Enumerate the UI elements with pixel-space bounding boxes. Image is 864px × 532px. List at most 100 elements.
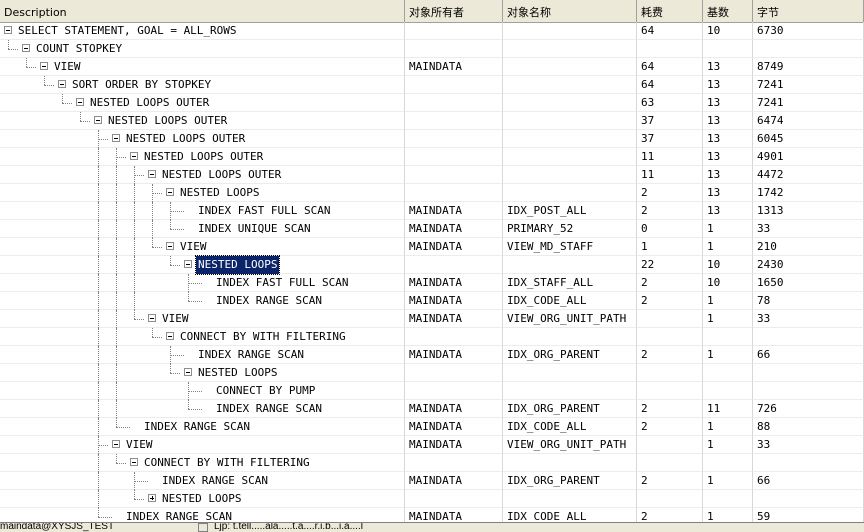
collapse-minus-icon[interactable] <box>166 188 174 196</box>
desc-cell: INDEX RANGE SCAN <box>0 418 405 436</box>
explain-plan-grid: Description 对象所有者 对象名称 耗费 基数 字节 SELECT STATEM… <box>0 0 864 531</box>
collapse-minus-icon[interactable] <box>148 170 156 178</box>
desc-cell: VIEW <box>0 436 405 454</box>
expand-plus-icon[interactable] <box>148 494 156 502</box>
plan-row[interactable]: NESTED LOOPS OUTER 11 13 4901 <box>0 148 864 166</box>
operation-label: INDEX FAST FULL SCAN <box>198 204 331 217</box>
plan-row[interactable]: INDEX FAST FULL SCAN MAINDATA IDX_STAFF_AL… <box>0 274 864 292</box>
plan-row[interactable]: COUNT STOPKEY <box>0 40 864 58</box>
bytes-cell <box>753 364 864 382</box>
object-name-cell: PRIMARY_52 <box>503 220 637 238</box>
owner-cell <box>405 112 503 130</box>
header-description[interactable]: Description <box>0 0 405 22</box>
plan-row[interactable]: INDEX RANGE SCAN MAINDATA IDX_CODE_ALL 2 1 78 <box>0 292 864 310</box>
tree-branch <box>134 481 148 482</box>
collapse-minus-icon[interactable] <box>130 458 138 466</box>
collapse-minus-icon[interactable] <box>58 80 66 88</box>
plan-row[interactable]: NESTED LOOPS <box>0 364 864 382</box>
header-cost[interactable]: 耗费 <box>637 0 703 22</box>
tree-branch <box>116 463 126 464</box>
plan-row[interactable]: NESTED LOOPS 2 13 1742 <box>0 184 864 202</box>
collapse-minus-icon[interactable] <box>130 152 138 160</box>
plan-row[interactable]: INDEX UNIQUE SCAN MAINDATA PRIMARY_52 0 1 33 <box>0 220 864 238</box>
plan-row[interactable]: INDEX RANGE SCAN MAINDATA IDX_ORG_PARENT 2 1… <box>0 346 864 364</box>
collapse-minus-icon[interactable] <box>112 440 120 448</box>
tree-connector <box>134 220 135 238</box>
collapse-minus-icon[interactable] <box>148 314 156 322</box>
collapse-minus-icon[interactable] <box>184 368 192 376</box>
plan-row[interactable]: SELECT STATEMENT, GOAL = ALL_ROWS 64 10 673… <box>0 22 864 40</box>
object-name-cell: VIEW_MD_STAFF <box>503 238 637 256</box>
collapse-minus-icon[interactable] <box>76 98 84 106</box>
tree-branch <box>170 373 180 374</box>
tree-branch <box>152 247 162 248</box>
plan-row[interactable]: NESTED LOOPS 22 10 2430 <box>0 255 864 275</box>
collapse-minus-icon[interactable] <box>4 26 12 34</box>
cost-cell: 22 <box>637 256 703 274</box>
plan-row[interactable]: NESTED LOOPS OUTER 11 13 4472 <box>0 166 864 184</box>
plan-row[interactable]: CONNECT BY WITH FILTERING <box>0 454 864 472</box>
desc-cell: NESTED LOOPS OUTER <box>0 112 405 130</box>
cost-cell <box>637 436 703 454</box>
plan-row[interactable]: INDEX FAST FULL SCAN MAINDATA IDX_POST_ALL… <box>0 202 864 220</box>
desc-cell: NESTED LOOPS <box>0 364 405 382</box>
owner-cell <box>405 94 503 112</box>
cardinality-cell: 13 <box>703 166 753 184</box>
tree-branch <box>116 427 130 428</box>
plan-row[interactable]: VIEW MAINDATA VIEW_ORG_UNIT_PATH 1 33 <box>0 310 864 328</box>
bytes-cell: 7241 <box>753 76 864 94</box>
tree-connector <box>98 274 99 292</box>
cardinality-cell: 1 <box>703 238 753 256</box>
object-name-cell <box>503 40 637 58</box>
collapse-minus-icon[interactable] <box>40 62 48 70</box>
desc-cell: NESTED LOOPS OUTER <box>0 130 405 148</box>
owner-cell: MAINDATA <box>405 400 503 418</box>
plan-row[interactable]: NESTED LOOPS OUTER 63 13 7241 <box>0 94 864 112</box>
cost-cell: 2 <box>637 418 703 436</box>
cardinality-cell <box>703 40 753 58</box>
bytes-cell: 1650 <box>753 274 864 292</box>
plan-row[interactable]: VIEW MAINDATA VIEW_MD_STAFF 1 1 210 <box>0 238 864 256</box>
plan-row[interactable]: INDEX RANGE SCAN MAINDATA IDX_ORG_PARENT 2 1… <box>0 400 864 418</box>
collapse-minus-icon[interactable] <box>184 260 192 268</box>
cost-cell: 2 <box>637 346 703 364</box>
operation-label: VIEW <box>180 240 207 253</box>
tree-connector <box>116 454 117 463</box>
desc-cell: INDEX FAST FULL SCAN <box>0 202 405 220</box>
plan-row[interactable]: NESTED LOOPS OUTER 37 13 6474 <box>0 112 864 130</box>
plan-row[interactable]: NESTED LOOPS OUTER 37 13 6045 <box>0 130 864 148</box>
tree-connector <box>8 40 9 49</box>
collapse-minus-icon[interactable] <box>166 242 174 250</box>
header-owner[interactable]: 对象所有者 <box>405 0 503 22</box>
collapse-minus-icon[interactable] <box>94 116 102 124</box>
operation-label: CONNECT BY PUMP <box>216 384 316 397</box>
operation-label: INDEX RANGE SCAN <box>216 294 322 307</box>
bytes-cell: 33 <box>753 310 864 328</box>
header-cardinality[interactable]: 基数 <box>703 0 753 22</box>
tree-connector <box>98 148 99 166</box>
plan-row[interactable]: NESTED LOOPS <box>0 490 864 508</box>
plan-row[interactable]: INDEX RANGE SCAN MAINDATA IDX_ORG_PARENT 2 1… <box>0 472 864 490</box>
cost-cell: 64 <box>637 76 703 94</box>
cardinality-cell: 13 <box>703 148 753 166</box>
owner-cell <box>405 148 503 166</box>
plan-row[interactable]: INDEX RANGE SCAN MAINDATA IDX_CODE_ALL 2 1 88 <box>0 418 864 436</box>
tree-connector <box>98 454 99 472</box>
tree-connector <box>98 364 99 382</box>
tree-connector <box>152 238 153 247</box>
cardinality-cell: 1 <box>703 436 753 454</box>
plan-row[interactable]: CONNECT BY PUMP <box>0 382 864 400</box>
cost-cell: 2 <box>637 400 703 418</box>
collapse-minus-icon[interactable] <box>112 134 120 142</box>
collapse-minus-icon[interactable] <box>166 332 174 340</box>
header-bytes[interactable]: 字节 <box>753 0 864 22</box>
cardinality-cell: 1 <box>703 346 753 364</box>
plan-row[interactable]: SORT ORDER BY STOPKEY 64 13 7241 <box>0 76 864 94</box>
plan-row[interactable]: VIEW MAINDATA VIEW_ORG_UNIT_PATH 1 33 <box>0 436 864 454</box>
collapse-minus-icon[interactable] <box>22 44 30 52</box>
owner-cell <box>405 130 503 148</box>
plan-row[interactable]: VIEW MAINDATA 64 13 8749 <box>0 58 864 76</box>
plan-row[interactable]: CONNECT BY WITH FILTERING <box>0 328 864 346</box>
tree-connector <box>98 400 99 418</box>
header-object-name[interactable]: 对象名称 <box>503 0 637 22</box>
